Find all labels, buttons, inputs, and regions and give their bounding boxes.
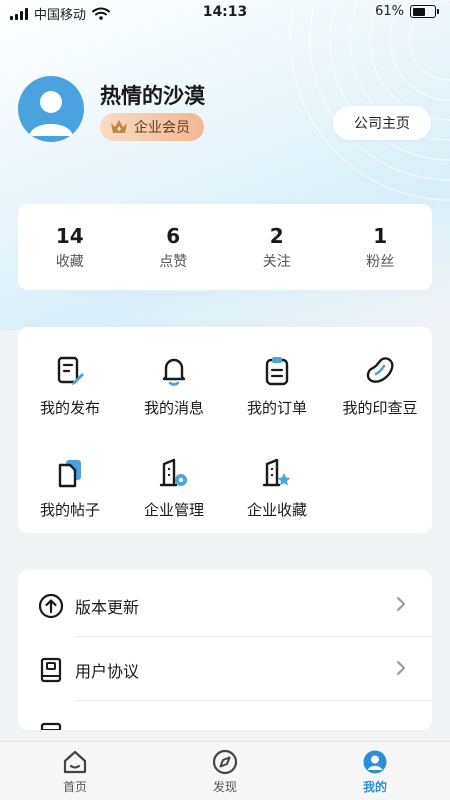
stat-following[interactable]: 2 关注 [225, 204, 329, 290]
tab-label: 首页 [62, 780, 87, 794]
list-divider [75, 700, 432, 701]
list-item-user-agreement[interactable]: 用户协议 [18, 638, 432, 702]
grid-item-my-orders[interactable]: 我的订单 [225, 351, 329, 418]
avatar[interactable] [18, 76, 84, 142]
stat-label: 关注 [262, 253, 291, 270]
grid-item-company-favorites[interactable]: 企业收藏 [225, 453, 329, 520]
stat-value: 14 [55, 223, 84, 248]
chevron-right-icon [397, 661, 405, 675]
arrow-up-circle-icon [38, 593, 64, 619]
tab-home[interactable]: 首页 [0, 742, 150, 800]
home-icon [63, 750, 87, 774]
member-badge-label: 企业会员 [134, 120, 190, 136]
list-divider [75, 636, 432, 637]
grid-item-label: 企业收藏 [246, 501, 307, 519]
stat-label: 点赞 [159, 253, 188, 270]
clipboard-icon [265, 357, 289, 386]
crown-icon [111, 120, 127, 133]
status-bar: 中国移动 14:13 61% [0, 0, 450, 26]
tab-label: 发现 [212, 780, 237, 794]
stat-likes[interactable]: 6 点赞 [122, 204, 226, 290]
grid-item-my-beans[interactable]: 我的印查豆 [328, 351, 432, 418]
chevron-right-icon [397, 597, 405, 611]
grid-item-label: 我的订单 [246, 399, 307, 417]
stats-card: 14 收藏 6 点赞 2 关注 1 粉丝 [18, 204, 432, 290]
grid-item-label: 我的帖子 [39, 501, 100, 519]
documents-icon [58, 460, 81, 488]
bean-icon [366, 357, 394, 383]
grid-item-label: 我的印查豆 [342, 399, 418, 417]
stat-value: 2 [269, 223, 284, 248]
battery-icon [410, 5, 439, 18]
username: 热情的沙漠 [100, 84, 205, 108]
stat-followers[interactable]: 1 粉丝 [329, 204, 433, 290]
building-star-icon [262, 458, 291, 487]
bell-icon [162, 358, 186, 386]
stat-favorites[interactable]: 14 收藏 [18, 204, 122, 290]
grid-item-label: 企业管理 [143, 501, 204, 519]
tab-label: 我的 [362, 780, 387, 794]
grid-item-company-manage[interactable]: 企业管理 [122, 453, 226, 520]
default-user-icon [29, 91, 73, 136]
list-item-label: 用户协议 [75, 662, 140, 681]
grid-item-my-messages[interactable]: 我的消息 [122, 351, 226, 418]
function-grid: 我的发布 我的消息 我的订单 我的印查豆 我的帖子 企业管理 企业收藏 [18, 327, 432, 533]
list-item-partial[interactable] [18, 702, 432, 730]
edit-document-icon [57, 356, 84, 385]
grid-item-my-threads[interactable]: 我的帖子 [18, 453, 122, 520]
grid-item-label: 我的消息 [143, 399, 204, 417]
tab-discover[interactable]: 发现 [150, 742, 300, 800]
tab-mine[interactable]: 我的 [300, 742, 450, 800]
compass-icon [212, 749, 238, 775]
bottom-tab-bar: 首页 发现 我的 [0, 741, 450, 800]
company-homepage-button[interactable]: 公司主页 [333, 106, 431, 140]
grid-item-my-posts[interactable]: 我的发布 [18, 351, 122, 418]
grid-item-label: 我的发布 [39, 399, 100, 417]
user-circle-icon [363, 750, 387, 774]
list-item-version-update[interactable]: 版本更新 [18, 574, 432, 638]
building-gear-icon [159, 458, 187, 487]
member-badge[interactable]: 企业会员 [100, 113, 204, 141]
battery-percent: 61% [375, 4, 404, 19]
list-item-label: 版本更新 [75, 598, 140, 617]
agreement-book-icon [40, 657, 62, 683]
settings-list: 版本更新 用户协议 [18, 570, 432, 730]
stat-value: 6 [166, 223, 181, 248]
stat-value: 1 [373, 223, 388, 248]
list-item-icon [40, 722, 62, 730]
stat-label: 收藏 [55, 253, 84, 270]
stat-label: 粉丝 [366, 253, 395, 270]
